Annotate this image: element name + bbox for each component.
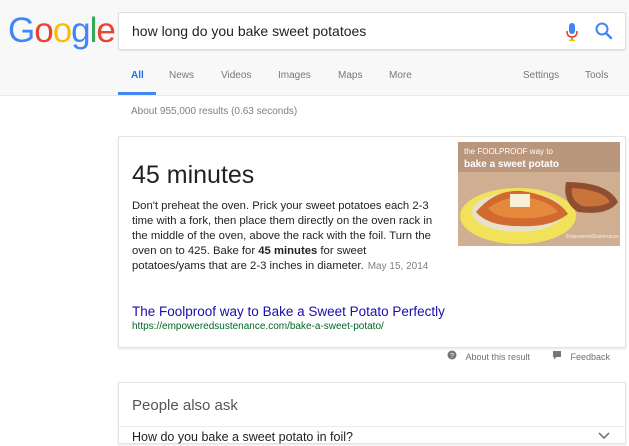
logo-letter: l [89, 11, 98, 50]
featured-snippet-text: Don't preheat the oven. Prick your sweet… [132, 199, 442, 274]
feedback-icon [553, 351, 561, 360]
tools-link[interactable]: Tools [585, 70, 608, 81]
chevron-down-icon[interactable] [597, 428, 611, 446]
feedback-link[interactable]: Feedback [552, 350, 610, 364]
divider [119, 426, 625, 427]
logo-letter: g [71, 11, 90, 50]
top-bar: Google how long do you bake sweet potato… [0, 0, 629, 96]
tab-videos[interactable]: Videos [221, 70, 251, 81]
svg-text:?: ? [450, 353, 454, 360]
snippet-bold: 45 minutes [258, 245, 318, 257]
source-title-link[interactable]: The Foolproof way to Bake a Sweet Potato… [132, 304, 445, 319]
tab-more[interactable]: More [389, 70, 412, 81]
search-input[interactable]: how long do you bake sweet potatoes [132, 23, 366, 39]
tab-news[interactable]: News [169, 70, 194, 81]
people-also-ask-question[interactable]: How do you bake a sweet potato in foil? [132, 430, 353, 444]
search-tabs: All News Videos Images Maps More Setting… [0, 64, 629, 95]
tab-maps[interactable]: Maps [338, 70, 362, 81]
source-url: https://empoweredsustenance.com/bake-a-s… [132, 321, 384, 332]
tab-all[interactable]: All [131, 70, 144, 81]
thumbnail-caption: bake a sweet potato [464, 159, 560, 170]
question-icon: ? [447, 350, 457, 360]
logo-letter: o [34, 11, 53, 50]
settings-link[interactable]: Settings [523, 70, 559, 81]
about-this-result-label: About this result [465, 352, 531, 362]
about-this-result-link[interactable]: ? About this result [447, 350, 530, 364]
google-logo[interactable]: Google [8, 11, 116, 51]
search-box[interactable]: how long do you bake sweet potatoes [118, 12, 626, 50]
search-icon[interactable] [594, 21, 614, 46]
featured-snippet-card: 45 minutes Don't preheat the oven. Prick… [118, 136, 626, 348]
logo-letter: o [52, 11, 72, 50]
logo-letter: e [96, 11, 115, 50]
tab-images[interactable]: Images [278, 70, 311, 81]
result-stats: About 955,000 results (0.63 seconds) [131, 106, 298, 117]
featured-answer: 45 minutes [132, 161, 255, 189]
microphone-icon[interactable] [565, 22, 579, 47]
feedback-label: Feedback [570, 352, 611, 362]
thumbnail-caption: the FOOLPROOF way to [464, 147, 553, 156]
snippet-date: May 15, 2014 [367, 261, 429, 272]
active-tab-indicator [118, 92, 156, 95]
featured-thumbnail[interactable]: the FOOLPROOF way to bake a sweet potato… [458, 142, 620, 246]
thumbnail-watermark: EmpoweredSustenance [566, 234, 620, 240]
people-also-ask-title: People also ask [132, 397, 238, 414]
logo-letter: G [8, 11, 35, 50]
